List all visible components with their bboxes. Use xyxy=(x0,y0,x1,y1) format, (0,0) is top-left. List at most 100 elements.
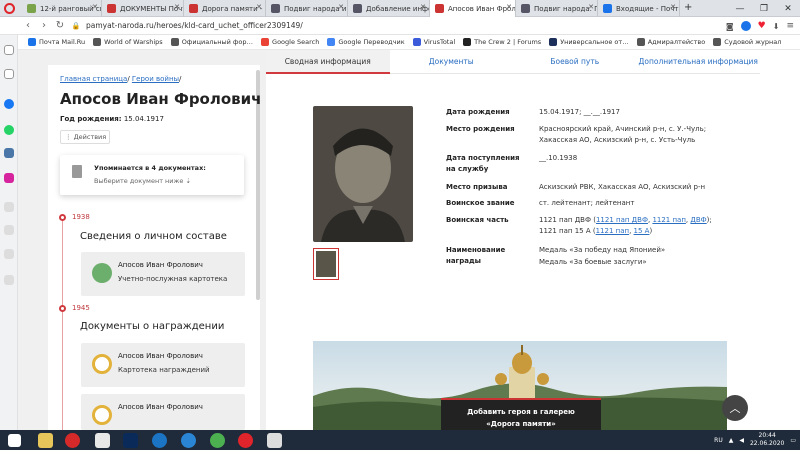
bookmark-favicon-icon xyxy=(463,38,472,46)
minimize-icon[interactable]: — xyxy=(728,0,752,17)
instagram-icon[interactable] xyxy=(4,173,14,183)
opera-logo-icon[interactable] xyxy=(4,3,15,14)
windows-start-icon[interactable] xyxy=(8,434,21,447)
messenger-icon[interactable] xyxy=(4,99,14,109)
history-icon[interactable] xyxy=(4,249,14,259)
steam-icon[interactable] xyxy=(152,433,167,448)
shield-icon[interactable] xyxy=(740,21,751,31)
add-hero-to-gallery-button[interactable]: Добавить героя в галерею «Дорога памяти» xyxy=(441,398,601,430)
game-app-icon[interactable] xyxy=(65,433,80,448)
mentions-hint[interactable]: Выберите документ ниже ⇣ xyxy=(94,177,191,185)
bookmark-item[interactable]: VirusTotal xyxy=(412,38,455,46)
window-controls: — ❐ ✕ xyxy=(728,0,800,17)
bookmark-item[interactable]: Официальный фор… xyxy=(170,38,253,46)
bookmark-item[interactable]: Почта Mail.Ru xyxy=(28,38,85,46)
uplay-icon[interactable] xyxy=(181,433,196,448)
download-icon[interactable]: ⬇ xyxy=(773,22,780,31)
browser-tab[interactable]: Дорога памяти - н…✕ xyxy=(184,0,266,17)
browser-tab-active[interactable]: Апосов Иван Фрол… ✕ xyxy=(430,0,516,17)
tab-combat-path[interactable]: Боевой путь xyxy=(513,50,637,74)
system-tray: RU ▲ ◀ 20:44 22.06.2020 ▭ xyxy=(714,430,796,450)
bookmark-item[interactable]: World of Warships xyxy=(93,38,163,46)
browser-tab[interactable]: Подвиг народа. П…✕ xyxy=(516,0,598,17)
hero-photo[interactable] xyxy=(313,106,413,242)
document-card[interactable]: Апосов Иван Фролович Учетно-послужная ка… xyxy=(81,252,245,296)
star-icon[interactable] xyxy=(4,69,14,79)
military-unit-label: Воинская часть xyxy=(446,216,509,224)
notifications-icon[interactable]: ▭ xyxy=(790,437,796,444)
document-card[interactable]: Апосов Иван Фролович Картотека награжден… xyxy=(81,343,245,387)
unit-text: 1121 пап ДВФ ( xyxy=(539,216,596,224)
settings-icon[interactable] xyxy=(4,275,14,285)
bookmark-item[interactable]: Google Search xyxy=(261,38,319,46)
whatsapp-icon[interactable] xyxy=(4,125,14,135)
close-icon[interactable]: ✕ xyxy=(588,3,594,11)
service-entry-label: Дата поступления на службу xyxy=(446,154,520,173)
browser-tab[interactable]: ДОКУМЕНТЫ Почт…✕ xyxy=(102,0,184,17)
vk-icon[interactable] xyxy=(4,148,14,158)
url-field[interactable]: pamyat-naroda.ru/heroes/kld-card_uchet_o… xyxy=(86,21,303,30)
breadcrumb-heroes-link[interactable]: Герои войны xyxy=(132,75,179,83)
heart-outline-icon[interactable] xyxy=(4,225,14,235)
browser-tab[interactable]: Входящие - Почта…✕ xyxy=(598,0,680,17)
unit-link[interactable]: 15 А xyxy=(634,227,650,235)
browser-tab[interactable]: Подвиг народа и б…✕ xyxy=(266,0,348,17)
heart-icon[interactable]: ♥ xyxy=(758,21,766,31)
home-icon[interactable] xyxy=(4,45,14,55)
bookmark-item[interactable]: Универсальное от… xyxy=(549,38,629,46)
folder-app-icon[interactable] xyxy=(95,433,110,448)
close-icon[interactable]: ✕ xyxy=(338,3,344,11)
opera-taskbar-icon[interactable] xyxy=(238,433,253,448)
chrome-icon[interactable] xyxy=(210,433,225,448)
clock[interactable]: 20:44 22.06.2020 xyxy=(750,432,784,448)
document-card-type: Картотека награждений xyxy=(118,366,210,374)
new-tab-icon[interactable]: + xyxy=(684,2,692,13)
tab-favicon-icon xyxy=(107,4,116,13)
file-explorer-icon[interactable] xyxy=(38,433,53,448)
unit-link[interactable]: ДВФ xyxy=(690,216,706,224)
photo-thumbnail[interactable] xyxy=(313,248,339,280)
document-card-name: Апосов Иван Фролович xyxy=(118,403,203,411)
reload-icon[interactable]: ↻ xyxy=(52,20,68,31)
personnel-card-icon xyxy=(92,263,112,283)
tab-additional-info[interactable]: Дополнительная информация xyxy=(636,50,760,74)
actions-button[interactable]: ⋮ Действия xyxy=(60,130,110,144)
window-close-icon[interactable]: ✕ xyxy=(776,0,800,17)
bookmark-item[interactable]: Судовой журнал xyxy=(713,38,781,46)
volume-icon[interactable]: ◀ xyxy=(739,437,744,444)
close-icon[interactable]: ✕ xyxy=(92,3,98,11)
close-icon[interactable]: ✕ xyxy=(256,3,262,11)
close-icon[interactable]: ✕ xyxy=(174,3,180,11)
unit-link[interactable]: 1121 пап xyxy=(596,227,629,235)
draft-place-value: Аскизский РВК, Хакасская АО, Аскизский р… xyxy=(539,183,706,191)
breadcrumb-home-link[interactable]: Главная страница xyxy=(60,75,127,83)
address-bar-tools: ◙ ♥ ⬇ ≡ xyxy=(726,17,794,35)
app-taskbar-icon[interactable] xyxy=(267,433,282,448)
language-indicator[interactable]: RU xyxy=(714,437,723,444)
browser-tab[interactable]: Добавление инфо…✕ xyxy=(348,0,430,17)
back-icon[interactable]: ‹ xyxy=(20,20,36,31)
maximize-icon[interactable]: ❐ xyxy=(752,0,776,17)
bookmark-item[interactable]: Google Переводчик xyxy=(327,38,405,46)
camera-icon[interactable]: ◙ xyxy=(726,22,734,31)
close-icon[interactable]: ✕ xyxy=(420,3,426,11)
photoshop-icon[interactable] xyxy=(123,433,138,448)
bookmark-item[interactable]: The Crew 2 | Forums xyxy=(463,38,541,46)
tab-documents[interactable]: Документы xyxy=(389,50,513,74)
unit-text: 1121 пап 15 А ( xyxy=(539,227,596,235)
scroll-to-top-button[interactable]: ︿ xyxy=(722,395,748,421)
forward-icon[interactable]: › xyxy=(36,20,52,31)
unit-link[interactable]: 1121 пап xyxy=(652,216,685,224)
banner-button-line: «Дорога памяти» xyxy=(486,420,556,428)
grid-icon[interactable] xyxy=(4,202,14,212)
close-icon[interactable]: ✕ xyxy=(670,3,676,11)
document-card[interactable]: Апосов Иван Фролович xyxy=(81,394,245,430)
clock-time: 20:44 xyxy=(758,432,776,439)
close-icon[interactable]: ✕ xyxy=(506,3,512,11)
bookmark-item[interactable]: Адмиралтейство xyxy=(636,38,705,46)
network-icon[interactable]: ▲ xyxy=(729,437,734,444)
menu-icon[interactable]: ≡ xyxy=(786,21,794,31)
browser-tab[interactable]: 12-й ранговый спр…✕ xyxy=(22,0,102,17)
tab-summary[interactable]: Сводная информация xyxy=(266,50,390,74)
unit-link[interactable]: 1121 пап ДВФ xyxy=(596,216,648,224)
